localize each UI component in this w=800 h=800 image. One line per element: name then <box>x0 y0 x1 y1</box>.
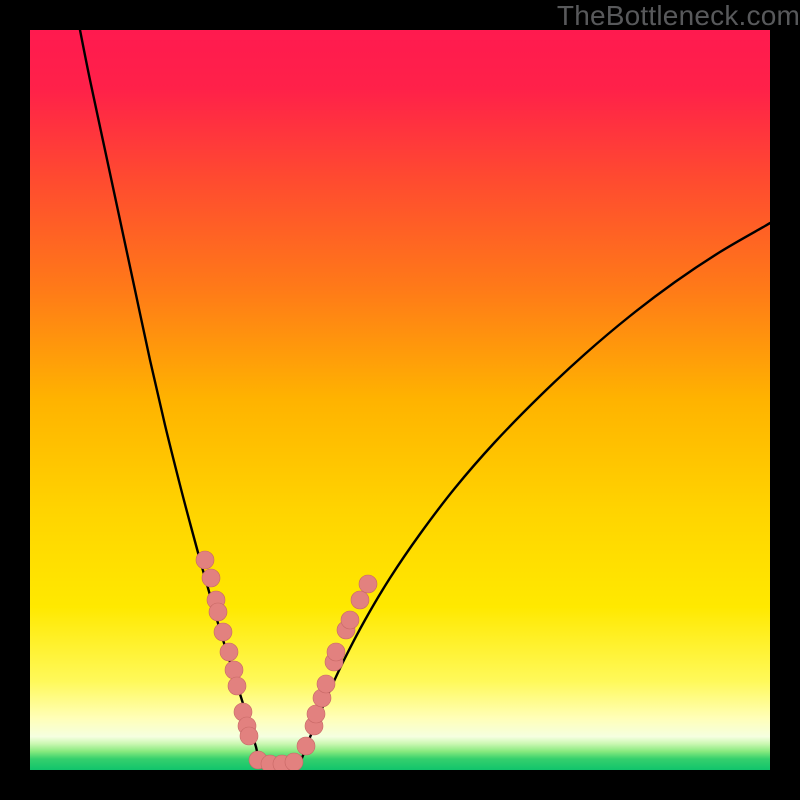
marker-dot <box>196 551 214 569</box>
chart-stage: TheBottleneck.com <box>0 0 800 800</box>
marker-dot <box>297 737 315 755</box>
watermark-text: TheBottleneck.com <box>557 0 800 30</box>
marker-dot <box>341 611 359 629</box>
plot-area <box>30 30 770 770</box>
curve-layer <box>30 30 770 770</box>
marker-dot <box>228 677 246 695</box>
marker-dot <box>317 675 335 693</box>
marker-dot <box>202 569 220 587</box>
marker-dot <box>220 643 238 661</box>
marker-dot <box>225 661 243 679</box>
marker-dot <box>351 591 369 609</box>
marker-dot <box>285 753 303 770</box>
marker-dot <box>214 623 232 641</box>
marker-dot <box>307 705 325 723</box>
marker-dot <box>327 643 345 661</box>
marker-dot <box>359 575 377 593</box>
marker-dot <box>240 727 258 745</box>
marker-dot <box>209 603 227 621</box>
highlighted-markers <box>196 551 377 770</box>
bottleneck-curve <box>80 30 770 768</box>
